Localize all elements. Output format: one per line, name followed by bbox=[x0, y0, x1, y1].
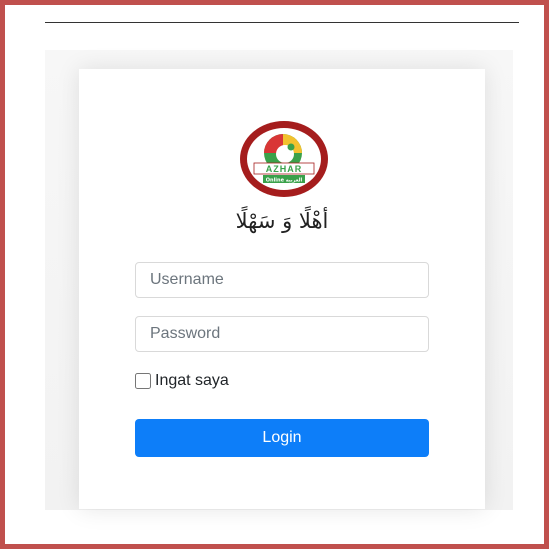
login-card: AZHAR Online العربية أهْلًا وَ سَهْلًا I… bbox=[79, 69, 485, 509]
password-input[interactable] bbox=[135, 316, 429, 352]
azhar-online-logo: AZHAR Online العربية bbox=[240, 121, 328, 197]
logo-sub-text: Online العربية bbox=[266, 178, 303, 184]
remember-me[interactable]: Ingat saya bbox=[135, 371, 229, 391]
logo-brand-text: AZHAR bbox=[266, 164, 303, 174]
login-button[interactable]: Login bbox=[135, 419, 429, 457]
top-divider bbox=[45, 22, 519, 23]
welcome-heading: أهْلًا وَ سَهْلًا bbox=[235, 209, 329, 233]
username-input[interactable] bbox=[135, 262, 429, 298]
page-body: AZHAR Online العربية أهْلًا وَ سَهْلًا I… bbox=[5, 5, 544, 544]
remember-me-checkbox[interactable] bbox=[135, 373, 151, 389]
remember-me-label: Ingat saya bbox=[155, 372, 229, 389]
